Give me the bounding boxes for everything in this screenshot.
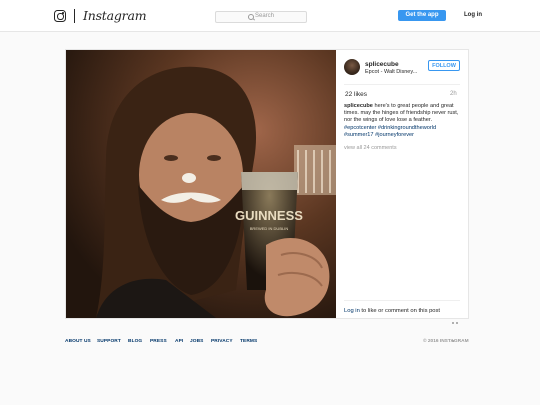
avatar[interactable] bbox=[344, 59, 360, 75]
footer-link-support[interactable]: SUPPORT bbox=[97, 339, 121, 344]
logo-divider bbox=[74, 9, 75, 23]
more-options-icon[interactable] bbox=[452, 311, 463, 342]
post-card: GUINNESS BREWED IN DUBLIN splicecube Epc… bbox=[65, 49, 469, 342]
search-input[interactable]: Search bbox=[215, 11, 307, 23]
photo-illustration: GUINNESS BREWED IN DUBLIN bbox=[66, 50, 336, 318]
comment-prompt: Log in to like or comment on this post bbox=[344, 308, 440, 314]
hashtag-summer17[interactable]: #summer17 bbox=[344, 132, 374, 138]
hashtag-drinkingroundtheworld[interactable]: #drinkingroundtheworld bbox=[378, 125, 436, 131]
login-link[interactable]: Log in bbox=[464, 12, 482, 18]
footer-link-about[interactable]: ABOUT US bbox=[65, 339, 91, 344]
view-all-comments-link[interactable]: view all 24 comments bbox=[344, 145, 397, 151]
post-username[interactable]: splicecube bbox=[365, 61, 399, 68]
get-the-app-button[interactable]: Get the app bbox=[398, 10, 446, 21]
caption-username[interactable]: splicecube bbox=[344, 103, 373, 109]
top-nav: Instagram Search Get the app Log in bbox=[0, 0, 540, 32]
copyright: © 2016 INSTAGRAM bbox=[423, 339, 469, 344]
instagram-wordmark[interactable]: Instagram bbox=[83, 8, 147, 23]
follow-button[interactable]: FOLLOW bbox=[428, 60, 460, 71]
search-icon bbox=[248, 14, 254, 20]
post-sidebar: splicecube Epcot - Walt Disney... FOLLOW… bbox=[336, 50, 468, 342]
guinness-logo-text: GUINNESS bbox=[235, 208, 303, 223]
post-location[interactable]: Epcot - Walt Disney... bbox=[365, 69, 417, 75]
guinness-subtext: BREWED IN DUBLIN bbox=[250, 226, 289, 231]
post-photo[interactable]: GUINNESS BREWED IN DUBLIN bbox=[66, 50, 336, 318]
hashtag-journeyforever[interactable]: #journeyforever bbox=[375, 132, 414, 138]
footer-link-privacy[interactable]: PRIVACY bbox=[211, 339, 233, 344]
likes-count[interactable]: 22 likes bbox=[345, 91, 367, 98]
footer-link-api[interactable]: API bbox=[175, 339, 183, 344]
instagram-camera-icon[interactable] bbox=[54, 10, 66, 22]
post-caption: splicecube here's to great people and gr… bbox=[344, 103, 464, 139]
footer-link-terms[interactable]: TERMS bbox=[240, 339, 257, 344]
divider bbox=[344, 300, 460, 301]
divider bbox=[344, 84, 460, 85]
comment-prompt-text: to like or comment on this post bbox=[361, 308, 441, 314]
footer-link-jobs[interactable]: JOBS bbox=[190, 339, 203, 344]
footer-link-press[interactable]: PRESS bbox=[150, 339, 167, 344]
search-placeholder: Search bbox=[255, 13, 275, 19]
footer-link-blog[interactable]: BLOG bbox=[128, 339, 142, 344]
post-time[interactable]: 2h bbox=[450, 91, 457, 97]
hashtag-epcotcenter[interactable]: #epcotcenter bbox=[344, 125, 376, 131]
login-to-comment-link[interactable]: Log in bbox=[344, 308, 360, 314]
